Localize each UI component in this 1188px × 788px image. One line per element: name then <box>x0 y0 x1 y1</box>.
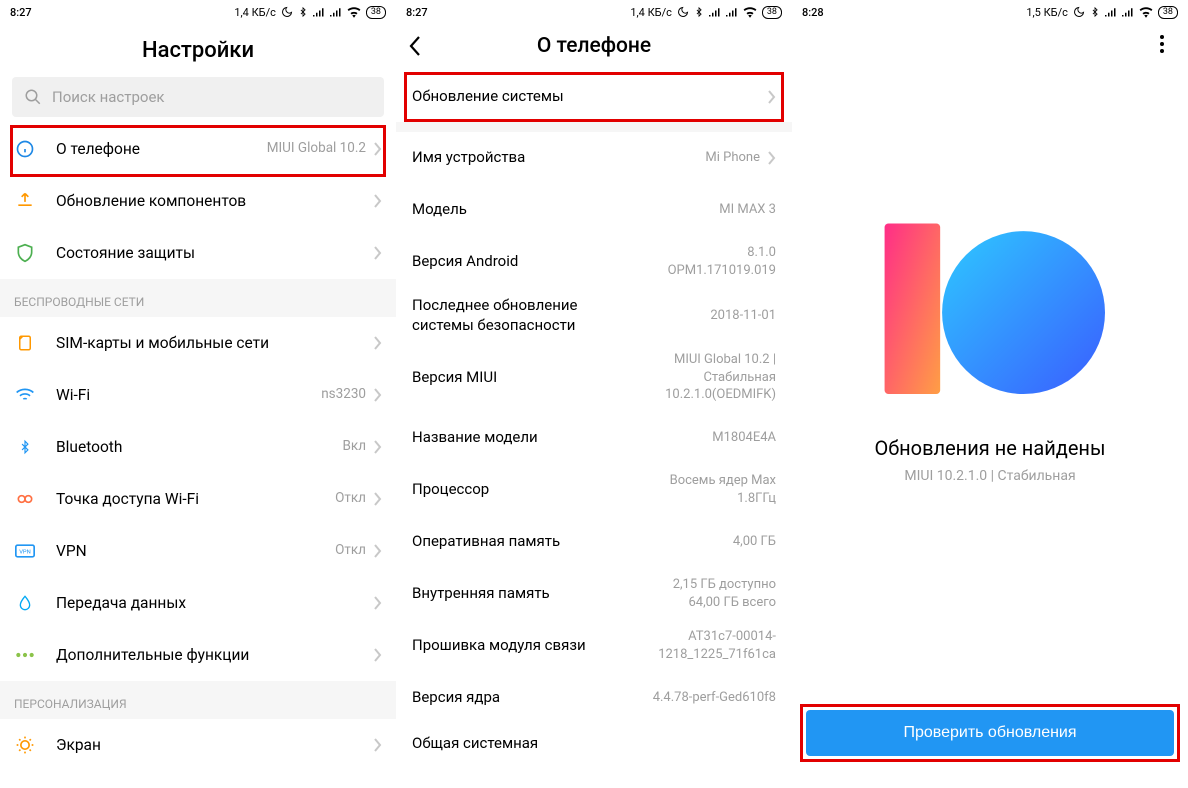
row-miui[interactable]: Версия MIUI MIUI Global 10.2 | Стабильна… <box>396 343 792 412</box>
chevron-right-icon <box>374 738 382 752</box>
menu-button[interactable] <box>1150 32 1174 56</box>
chevron-right-icon <box>374 142 382 156</box>
battery-icon: 38 <box>762 6 782 19</box>
chevron-right-icon <box>768 151 776 165</box>
update-message: Обновления не найдены <box>874 436 1105 460</box>
wifi-icon <box>743 7 757 18</box>
status-bar: 8:27 1,4 КБ/с 38 <box>396 0 792 24</box>
row-kernel[interactable]: Версия ядра 4.4.78-perf-Ged610f8 <box>396 672 792 724</box>
row-android[interactable]: Версия Android 8.1.0 OPM1.171019.019 <box>396 236 792 288</box>
row-storage[interactable]: Внутренняя память 2,15 ГБ доступно 64,00… <box>396 568 792 620</box>
info-icon <box>14 138 36 160</box>
row-hotspot[interactable]: Точка доступа Wi-Fi Откл <box>0 473 396 525</box>
bluetooth-icon <box>694 6 704 18</box>
bluetooth-icon <box>298 6 308 18</box>
status-speed: 1,4 КБ/с <box>630 6 672 19</box>
moon-icon <box>677 6 689 18</box>
chevron-right-icon <box>374 596 382 610</box>
moon-icon <box>1073 6 1085 18</box>
signal-icon <box>726 7 738 17</box>
back-button[interactable] <box>408 35 436 57</box>
row-general[interactable]: Общая системная <box>396 724 792 764</box>
more-icon <box>14 644 36 666</box>
signal-icon <box>330 7 342 17</box>
wifi-icon <box>1139 7 1153 18</box>
miui-logo <box>875 208 1105 398</box>
chevron-right-icon <box>374 492 382 506</box>
chevron-right-icon <box>374 544 382 558</box>
bluetooth-icon <box>14 436 36 458</box>
battery-icon: 38 <box>1158 6 1178 19</box>
chevron-right-icon <box>374 194 382 208</box>
status-time: 8:28 <box>802 6 824 19</box>
chevron-right-icon <box>374 246 382 260</box>
row-data[interactable]: Передача данных <box>0 577 396 629</box>
section-personal: ПЕРСОНАЛИЗАЦИЯ <box>0 681 396 719</box>
hotspot-icon <box>14 488 36 510</box>
search-placeholder: Поиск настроек <box>52 88 165 106</box>
status-time: 8:27 <box>406 6 428 19</box>
row-more[interactable]: Дополнительные функции <box>0 629 396 681</box>
row-components[interactable]: Обновление компонентов <box>0 175 396 227</box>
chevron-right-icon <box>374 336 382 350</box>
drop-icon <box>14 592 36 614</box>
row-about-phone[interactable]: О телефоне MIUI Global 10.2 <box>0 123 396 175</box>
update-icon <box>14 190 36 212</box>
row-wifi[interactable]: Wi-Fi ns3230 <box>0 369 396 421</box>
vpn-icon: VPN <box>14 540 36 562</box>
wifi-icon <box>347 7 361 18</box>
row-vpn[interactable]: VPN VPN Откл <box>0 525 396 577</box>
row-bluetooth[interactable]: Bluetooth Вкл <box>0 421 396 473</box>
sim-icon <box>14 332 36 354</box>
row-cpu[interactable]: Процессор Восемь ядер Max 1.8ГГц <box>396 464 792 516</box>
row-model[interactable]: Модель MI MAX 3 <box>396 184 792 236</box>
signal-icon <box>1105 7 1117 17</box>
row-ram[interactable]: Оперативная память 4,00 ГБ <box>396 516 792 568</box>
row-device-name[interactable]: Имя устройства Mi Phone <box>396 132 792 184</box>
row-security[interactable]: Состояние защиты <box>0 227 396 279</box>
row-system-update[interactable]: Обновление системы <box>396 72 792 122</box>
signal-icon <box>709 7 721 17</box>
signal-icon <box>313 7 325 17</box>
battery-icon: 38 <box>366 6 386 19</box>
signal-icon <box>1122 7 1134 17</box>
row-secpatch[interactable]: Последнее обновление системы безопасност… <box>396 288 792 343</box>
chevron-right-icon <box>374 440 382 454</box>
status-speed: 1,4 КБ/с <box>234 6 276 19</box>
status-speed: 1,5 КБ/с <box>1026 6 1068 19</box>
wifi-icon <box>14 384 36 406</box>
row-baseband[interactable]: Прошивка модуля связи AT31c7-00014- 1218… <box>396 620 792 672</box>
row-sim[interactable]: SIM-карты и мобильные сети <box>0 317 396 369</box>
svg-text:VPN: VPN <box>19 550 31 556</box>
chevron-right-icon <box>374 388 382 402</box>
status-time: 8:27 <box>10 6 32 19</box>
divider <box>396 122 792 132</box>
row-modelname[interactable]: Название модели M1804E4A <box>396 412 792 464</box>
shield-icon <box>14 242 36 264</box>
chevron-right-icon <box>768 90 776 104</box>
check-updates-button[interactable]: Проверить обновления <box>806 710 1174 756</box>
bluetooth-icon <box>1090 6 1100 18</box>
page-title: Настройки <box>0 24 396 77</box>
update-version: MIUI 10.2.1.0 | Стабильная <box>904 468 1075 484</box>
page-title: О телефоне <box>436 34 752 58</box>
search-icon <box>24 88 42 106</box>
chevron-right-icon <box>374 648 382 662</box>
row-display[interactable]: Экран <box>0 719 396 771</box>
moon-icon <box>281 6 293 18</box>
search-input[interactable]: Поиск настроек <box>12 77 384 117</box>
section-wireless: БЕСПРОВОДНЫЕ СЕТИ <box>0 279 396 317</box>
status-bar: 8:28 1,5 КБ/с 38 <box>792 0 1188 24</box>
display-icon <box>14 734 36 756</box>
status-bar: 8:27 1,4 КБ/с 38 <box>0 0 396 24</box>
